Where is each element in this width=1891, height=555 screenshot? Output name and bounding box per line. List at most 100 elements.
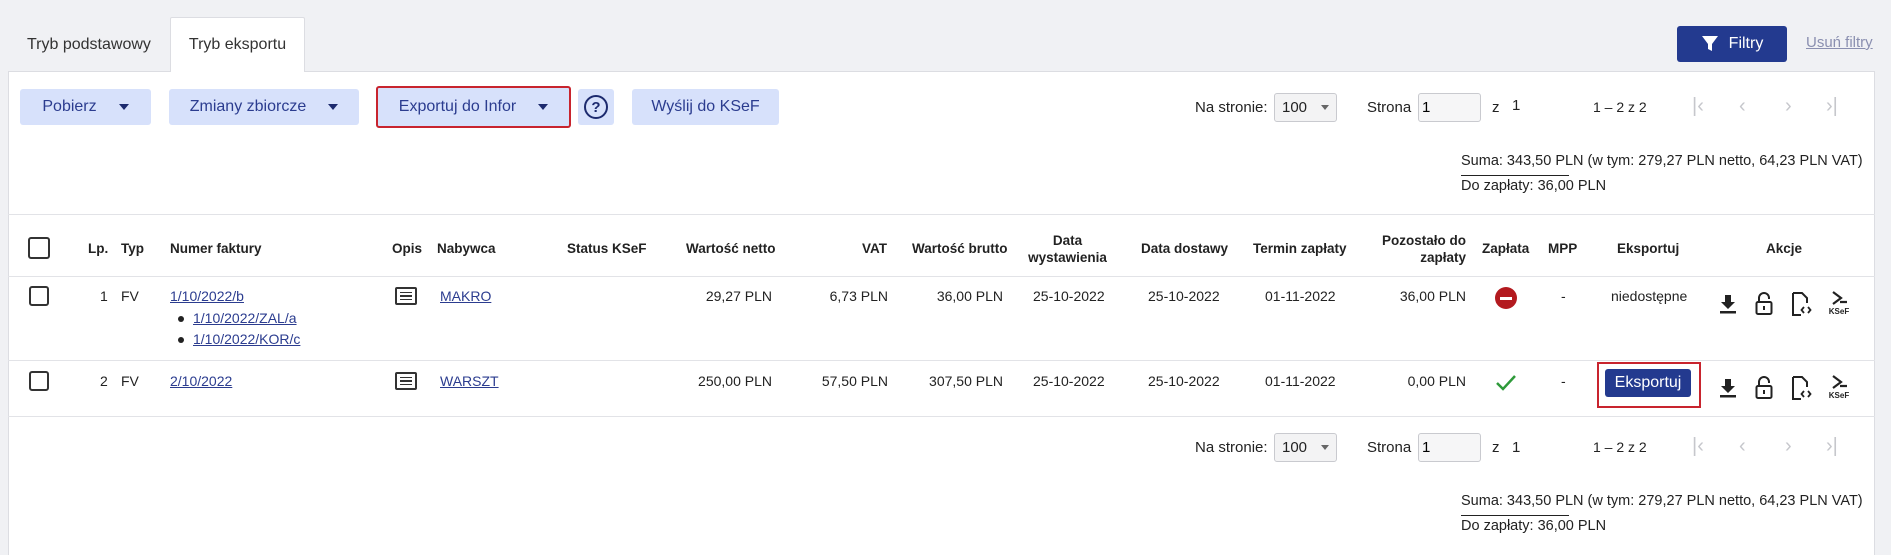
per-page-select[interactable]: 100 xyxy=(1274,433,1337,462)
col-opis: Opis xyxy=(392,241,423,256)
col-eksportuj: Eksportuj xyxy=(1617,241,1680,256)
clear-filters-link[interactable]: Usuń filtry xyxy=(1806,34,1873,51)
of-label: z xyxy=(1492,99,1500,116)
col-lp: Lp. xyxy=(88,241,109,256)
bulk-changes-label: Zmiany zbiorcze xyxy=(189,98,307,115)
total-pages: 1 xyxy=(1512,97,1521,114)
row-data-dost: 25-10-2022 xyxy=(1148,373,1220,389)
col-termin[interactable]: Termin zapłaty xyxy=(1253,241,1347,256)
range-label: 1 – 2 z 2 xyxy=(1593,439,1647,455)
col-nabywca[interactable]: Nabywca xyxy=(437,241,496,256)
description-icon[interactable] xyxy=(395,372,417,390)
row-brutto: 36,00 PLN xyxy=(936,288,1003,304)
download-icon[interactable] xyxy=(1718,377,1738,402)
sum-text: Suma: 343,50 PLN (w tym: 279,27 PLN nett… xyxy=(1461,493,1863,509)
row-data-wyst: 25-10-2022 xyxy=(1033,288,1105,304)
per-page-select[interactable]: 100 xyxy=(1274,93,1337,122)
buyer-link[interactable]: MAKRO xyxy=(440,288,491,304)
col-pozostalo[interactable]: Pozostało do zapłaty xyxy=(1381,232,1466,266)
invoice-number-link[interactable]: 1/10/2022/b xyxy=(170,288,244,304)
unpaid-icon xyxy=(1495,287,1517,309)
prev-page-icon[interactable]: ‹ xyxy=(1739,95,1746,118)
row-checkbox[interactable] xyxy=(29,371,49,391)
ksef-send-icon[interactable]: KSeF xyxy=(1828,375,1850,400)
row-brutto: 307,50 PLN xyxy=(929,373,1003,389)
filter-icon xyxy=(1701,36,1718,51)
bullet xyxy=(178,337,184,343)
row-typ: FV xyxy=(121,373,139,389)
unlock-icon[interactable] xyxy=(1754,292,1774,319)
invoice-number-link[interactable]: 2/10/2022 xyxy=(170,373,232,389)
pobierz-dropdown-button[interactable]: Pobierz xyxy=(20,89,151,125)
page-label: Strona xyxy=(1367,439,1412,456)
row-netto: 29,27 PLN xyxy=(705,288,772,304)
per-page-value: 100 xyxy=(1282,99,1308,116)
first-page-icon[interactable]: |‹ xyxy=(1692,95,1704,118)
per-page-value: 100 xyxy=(1282,439,1308,456)
col-typ: Typ xyxy=(121,241,144,256)
row-typ: FV xyxy=(121,288,139,304)
per-page-label: Na stronie: xyxy=(1195,439,1268,456)
row-mpp: - xyxy=(1561,373,1566,389)
col-brutto[interactable]: Wartość brutto xyxy=(912,241,1008,256)
col-numer[interactable]: Numer faktury xyxy=(170,241,262,256)
col-zaplata: Zapłata xyxy=(1482,241,1530,256)
xml-file-icon[interactable] xyxy=(1790,376,1812,403)
col-netto[interactable]: Wartość netto xyxy=(686,241,776,256)
row-vat: 6,73 PLN xyxy=(829,288,888,304)
row-pozostalo: 36,00 PLN xyxy=(1399,288,1466,304)
next-page-icon[interactable]: › xyxy=(1785,435,1792,458)
pobierz-label: Pobierz xyxy=(42,98,97,115)
export-to-infor-label: Exportuj do Infor xyxy=(398,98,517,115)
first-page-icon[interactable]: |‹ xyxy=(1692,435,1704,458)
bulk-changes-dropdown-button[interactable]: Zmiany zbiorcze xyxy=(169,89,359,125)
next-page-icon[interactable]: › xyxy=(1785,95,1792,118)
export-unavailable-text: niedostępne xyxy=(1611,288,1688,304)
tab-basic-mode[interactable]: Tryb podstawowy xyxy=(8,17,170,72)
col-status[interactable]: Status KSeF xyxy=(567,241,647,256)
row-data-dost: 25-10-2022 xyxy=(1148,288,1220,304)
send-to-ksef-button[interactable]: Wyślij do KSeF xyxy=(632,89,779,125)
col-vat[interactable]: VAT xyxy=(862,241,887,256)
ksef-icon-text: KSeF xyxy=(1828,391,1850,400)
row-checkbox[interactable] xyxy=(29,286,49,306)
unlock-icon[interactable] xyxy=(1754,376,1774,403)
related-invoice-link[interactable]: 1/10/2022/ZAL/a xyxy=(193,310,297,326)
chevron-down-icon xyxy=(1321,445,1329,450)
col-data-wyst[interactable]: Data wystawienia xyxy=(1025,232,1110,266)
per-page-label: Na stronie: xyxy=(1195,99,1268,116)
col-data-dost[interactable]: Data dostawy xyxy=(1141,241,1228,256)
col-akcje: Akcje xyxy=(1766,241,1803,256)
row-termin: 01-11-2022 xyxy=(1265,373,1336,389)
last-page-icon[interactable]: ›| xyxy=(1826,95,1838,118)
export-to-infor-dropdown-button[interactable]: Exportuj do Infor xyxy=(376,86,571,128)
related-invoice-link[interactable]: 1/10/2022/KOR/c xyxy=(193,331,300,347)
export-button[interactable]: Eksportuj xyxy=(1605,369,1691,397)
row-data-wyst: 25-10-2022 xyxy=(1033,373,1105,389)
last-page-icon[interactable]: ›| xyxy=(1826,435,1838,458)
chevron-down-icon xyxy=(328,104,339,110)
tab-export-mode[interactable]: Tryb eksportu xyxy=(169,17,306,72)
sum-text: Suma: 343,50 PLN (w tym: 279,27 PLN nett… xyxy=(1461,153,1863,169)
help-button[interactable]: ? xyxy=(578,89,614,125)
select-all-checkbox[interactable] xyxy=(28,237,50,259)
xml-file-icon[interactable] xyxy=(1790,292,1812,319)
filters-button[interactable]: Filtry xyxy=(1677,26,1787,62)
ksef-icon-text: KSeF xyxy=(1828,307,1850,316)
chevron-down-icon xyxy=(118,104,129,110)
ksef-send-icon[interactable]: KSeF xyxy=(1828,291,1850,316)
buyer-link[interactable]: WARSZT xyxy=(440,373,499,389)
download-icon[interactable] xyxy=(1718,293,1738,318)
of-label: z xyxy=(1492,439,1500,456)
row-lp: 1 xyxy=(100,288,108,304)
row-pozostalo: 0,00 PLN xyxy=(1407,373,1466,389)
due-text: Do zapłaty: 36,00 PLN xyxy=(1461,175,1606,194)
due-text: Do zapłaty: 36,00 PLN xyxy=(1461,515,1606,534)
description-icon[interactable] xyxy=(395,287,417,305)
page-input[interactable] xyxy=(1418,93,1481,122)
page-input[interactable] xyxy=(1418,433,1481,462)
prev-page-icon[interactable]: ‹ xyxy=(1739,435,1746,458)
total-pages: 1 xyxy=(1512,439,1521,456)
row-mpp: - xyxy=(1561,288,1566,304)
filters-button-label: Filtry xyxy=(1728,35,1764,52)
